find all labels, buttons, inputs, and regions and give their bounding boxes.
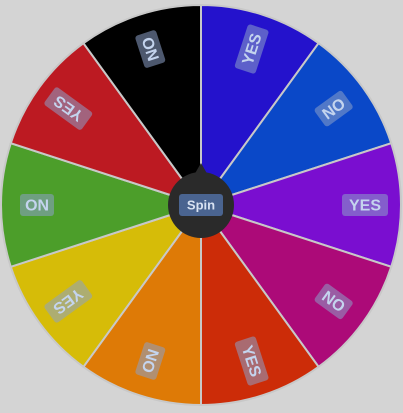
spin-wheel-app: YES NO YES NO YES NO YES NO YES NO Spin (0, 0, 403, 413)
segment-label: YES (349, 198, 381, 215)
wheel-segment-label-group: NO (20, 194, 54, 216)
segment-label: NO (25, 196, 49, 213)
wheel[interactable]: YESNOYESNOYESNOYESNOYESNO Spin (0, 0, 403, 413)
wheel-segment-label-group: YES (342, 194, 388, 216)
spin-button[interactable]: Spin (179, 194, 223, 216)
spin-button-label: Spin (187, 198, 215, 213)
